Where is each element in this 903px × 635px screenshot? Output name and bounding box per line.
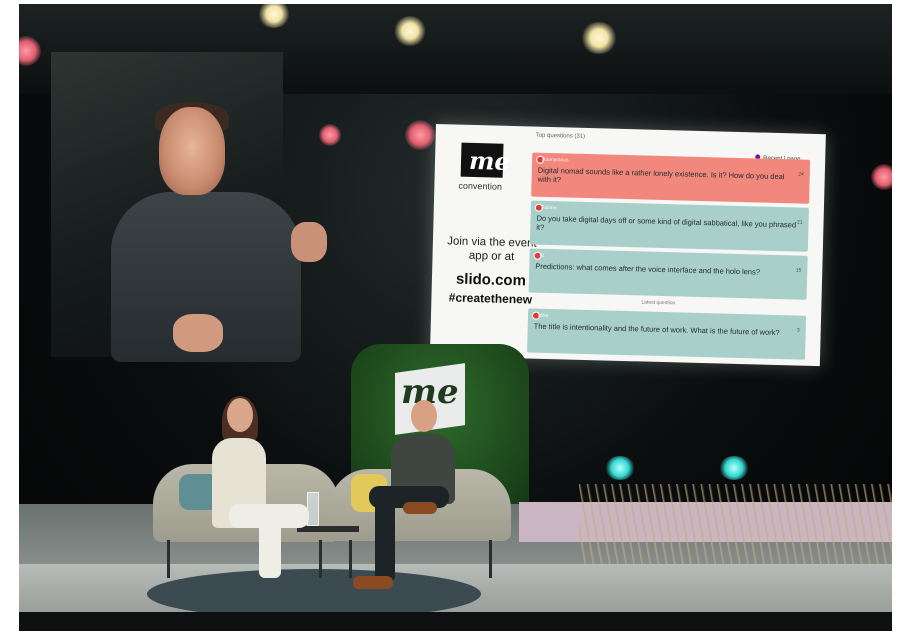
pink-stage-light xyxy=(319,124,341,146)
moderator-face xyxy=(227,398,253,432)
question-author: Sabine xyxy=(540,204,557,212)
latest-question-label: Latest question xyxy=(641,299,676,307)
cyan-floor-light xyxy=(605,456,635,480)
question-votes: 3 xyxy=(796,327,800,334)
photo-frame: Top questions (31) Recent | page me conv… xyxy=(0,0,903,635)
question-card: Kt 15 Predictions: what comes after the … xyxy=(528,248,808,300)
pink-stage-light xyxy=(405,120,435,150)
event-hashtag: #createthenew xyxy=(448,290,533,307)
water-glass xyxy=(307,492,319,526)
couch-leg xyxy=(489,540,492,578)
question-author: Anonymous xyxy=(542,156,569,164)
speaker-video-screen xyxy=(51,52,327,362)
couch-leg xyxy=(167,540,170,578)
question-card: Mike 3 The title is intentionality and t… xyxy=(527,308,807,360)
speaker-gesture-hand xyxy=(291,222,327,262)
question-text: Do you take digital days off or some kin… xyxy=(536,213,797,232)
couch-leg xyxy=(349,540,352,578)
me-convention-logo: me convention xyxy=(454,142,515,199)
moderator-shin xyxy=(259,516,281,578)
cyan-floor-light xyxy=(719,456,749,480)
stage-edge xyxy=(19,612,892,631)
logo-subtitle: convention xyxy=(458,180,503,192)
question-card: Sabine 21 Do you take digital days off o… xyxy=(529,200,809,252)
question-text: The title is intentionality and the futu… xyxy=(533,321,780,338)
pink-stage-light xyxy=(871,164,892,190)
ornamental-grass-bed xyxy=(579,484,892,564)
speaker-shoe xyxy=(403,502,437,514)
question-text: Predictions: what comes after the voice … xyxy=(535,261,761,277)
speaker-on-stage-face xyxy=(411,400,437,432)
speaker-on-stage-shin xyxy=(375,502,395,582)
speaker-shoe xyxy=(353,576,393,589)
conference-stage-photo: Top questions (31) Recent | page me conv… xyxy=(19,4,892,631)
speaker-hand xyxy=(173,314,223,352)
stage-spotlight xyxy=(580,22,618,54)
couch-leg xyxy=(319,540,322,578)
slido-question-screen: Top questions (31) Recent | page me conv… xyxy=(429,124,826,367)
logo-text: me xyxy=(468,145,511,176)
question-author: Mike xyxy=(537,312,549,320)
side-table xyxy=(297,526,359,532)
question-card: Anonymous 24 Digital nomad sounds like a… xyxy=(531,152,811,204)
question-author: Kt xyxy=(539,252,545,259)
stage-spotlight xyxy=(393,16,427,46)
question-text: Digital nomad sounds like a rather lonel… xyxy=(537,165,785,185)
top-questions-label: Top questions (31) xyxy=(535,132,586,140)
speaker-face xyxy=(159,107,225,195)
